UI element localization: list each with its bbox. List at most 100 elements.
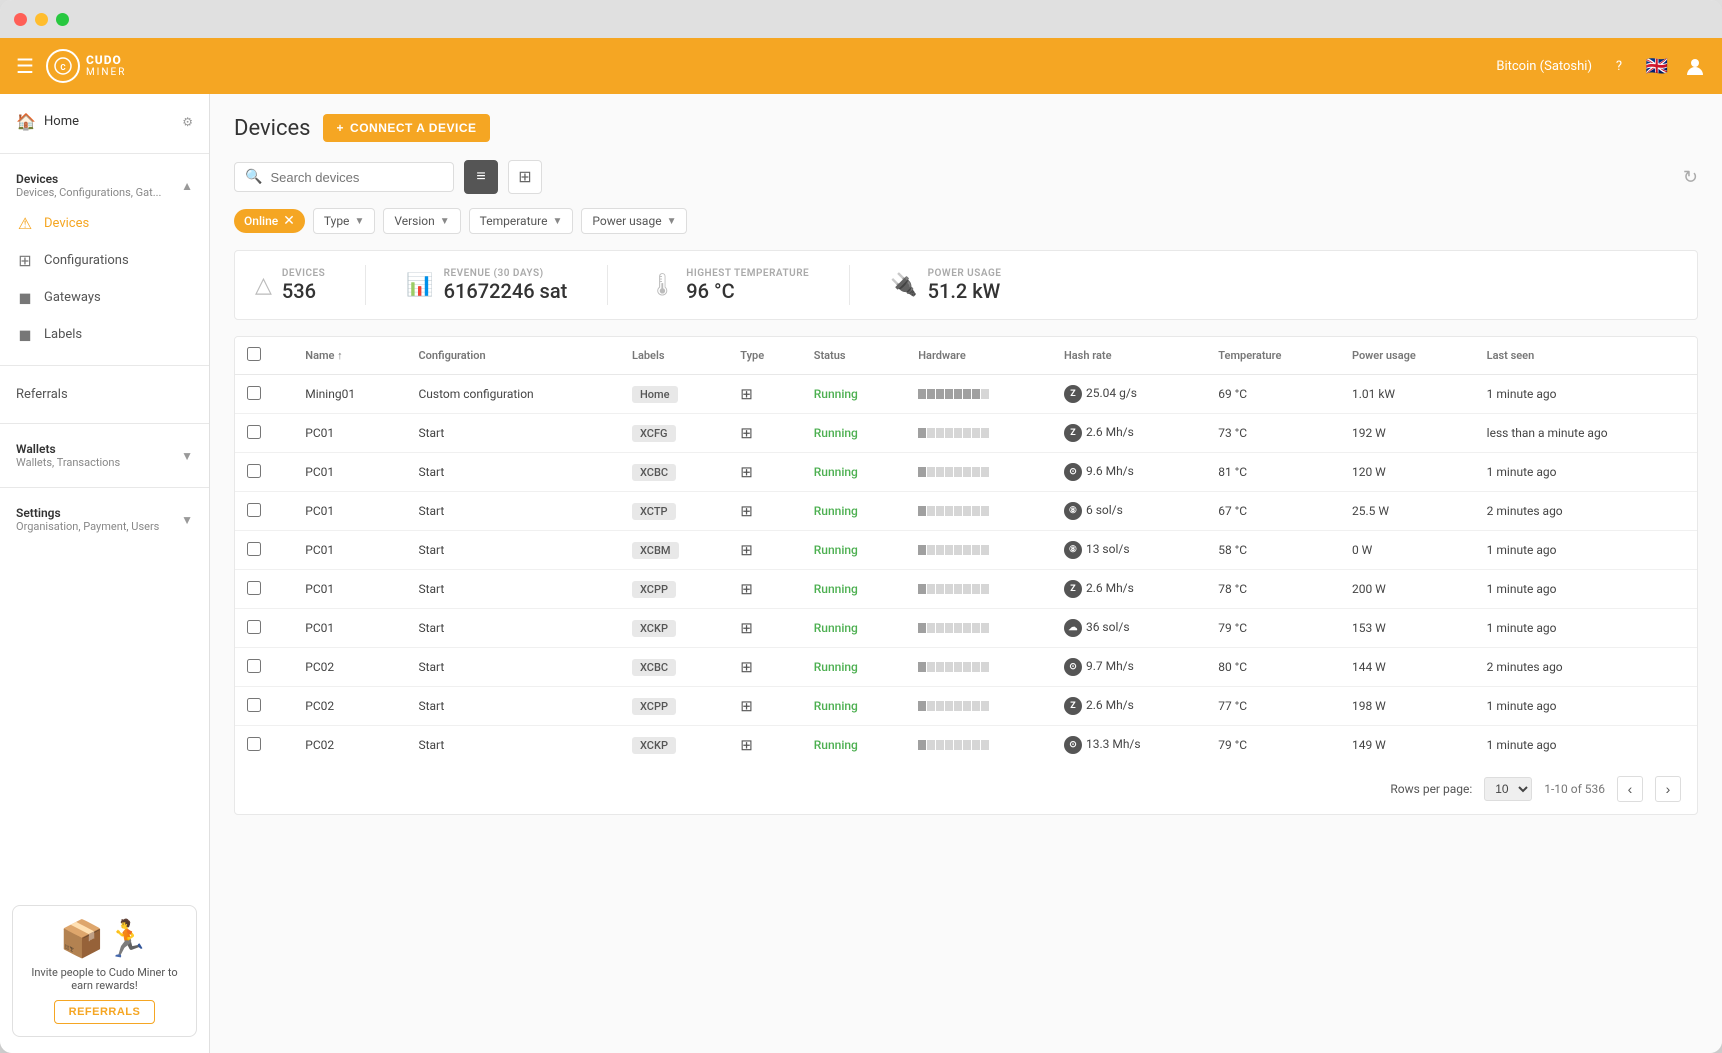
sidebar-item-labels[interactable]: ◼ Labels: [0, 316, 209, 353]
row-checkbox-1[interactable]: [247, 425, 261, 439]
row-hashrate: ⊙9.6 Mh/s: [1052, 453, 1206, 492]
logo: C CUDO MINER: [46, 49, 126, 83]
list-view-button[interactable]: ≡: [464, 160, 498, 194]
row-checkbox-4[interactable]: [247, 542, 261, 556]
sidebar-item-referrals[interactable]: Referrals: [0, 378, 209, 411]
row-status: Running: [802, 648, 907, 687]
referrals-button[interactable]: REFERRALS: [54, 1000, 156, 1024]
sidebar-item-gateways[interactable]: ◼ Gateways: [0, 279, 209, 316]
row-status: Running: [802, 726, 907, 765]
row-status: Running: [802, 687, 907, 726]
close-button[interactable]: [14, 13, 27, 26]
search-input[interactable]: [270, 170, 443, 185]
row-checkbox-2[interactable]: [247, 464, 261, 478]
col-name[interactable]: Name ↑: [293, 337, 406, 375]
row-name: PC01: [293, 492, 406, 531]
version-arrow-icon: ▼: [440, 216, 450, 227]
row-checkbox-3[interactable]: [247, 503, 261, 517]
prev-page-button[interactable]: ‹: [1617, 776, 1643, 802]
row-hashrate: Z2.6 Mh/s: [1052, 687, 1206, 726]
sidebar-devices-section: Devices Devices, Configurations, Gat... …: [0, 158, 209, 361]
temperature-filter[interactable]: Temperature ▼: [469, 208, 574, 234]
page-title: Devices: [234, 116, 311, 141]
row-checkbox-8[interactable]: [247, 698, 261, 712]
row-status: Running: [802, 609, 907, 648]
col-power: Power usage: [1340, 337, 1475, 375]
row-checkbox-5[interactable]: [247, 581, 261, 595]
row-hardware: [906, 414, 1052, 453]
devices-table-container: Name ↑ Configuration Labels Type Status …: [234, 336, 1698, 815]
refresh-button[interactable]: ↻: [1683, 167, 1698, 188]
language-icon[interactable]: 🇬🇧: [1646, 55, 1668, 77]
row-power: 153 W: [1340, 609, 1475, 648]
row-power: 198 W: [1340, 687, 1475, 726]
row-label: XCPP: [620, 570, 728, 609]
row-lastseen: 1 minute ago: [1475, 531, 1697, 570]
row-power: 149 W: [1340, 726, 1475, 765]
row-checkbox-7[interactable]: [247, 659, 261, 673]
row-hashrate: ☁36 sol/s: [1052, 609, 1206, 648]
sidebar-devices-collapse[interactable]: ▲: [181, 179, 193, 193]
stat-power: 🔌 POWER USAGE 51.2 kW: [890, 268, 1001, 303]
sidebar-settings-group: Settings: [16, 506, 159, 520]
row-checkbox-cell: [235, 687, 293, 726]
col-configuration: Configuration: [406, 337, 620, 375]
row-hardware: [906, 492, 1052, 531]
row-hashrate: ⑧13 sol/s: [1052, 531, 1206, 570]
settings-icon[interactable]: ⚙: [182, 115, 193, 129]
table-row: PC01 Start XCKP ⊞ Running ☁36 sol/s 79 °…: [235, 609, 1697, 648]
grid-view-button[interactable]: ⊞: [508, 160, 542, 194]
row-status: Running: [802, 453, 907, 492]
row-checkbox-cell: [235, 531, 293, 570]
connect-device-button[interactable]: + CONNECT A DEVICE: [323, 114, 491, 142]
minimize-button[interactable]: [35, 13, 48, 26]
referral-text: Invite people to Cudo Miner to earn rewa…: [25, 966, 184, 992]
type-filter[interactable]: Type ▼: [313, 208, 375, 234]
sidebar-item-devices[interactable]: ⚠ Devices: [0, 205, 209, 242]
menu-icon[interactable]: ☰: [16, 54, 34, 78]
row-hardware: [906, 531, 1052, 570]
row-checkbox-0[interactable]: [247, 386, 261, 400]
row-config: Start: [406, 609, 620, 648]
windows-icon: ⊞: [740, 541, 753, 559]
row-config: Start: [406, 726, 620, 765]
windows-icon: ⊞: [740, 424, 753, 442]
online-filter-tag[interactable]: Online ✕: [234, 209, 305, 233]
maximize-button[interactable]: [56, 13, 69, 26]
row-name: PC01: [293, 609, 406, 648]
col-temperature: Temperature: [1206, 337, 1340, 375]
help-icon[interactable]: ?: [1608, 55, 1630, 77]
sidebar-wallets-collapse[interactable]: ▼: [181, 449, 193, 463]
row-name: PC01: [293, 570, 406, 609]
table-header-row: Name ↑ Configuration Labels Type Status …: [235, 337, 1697, 375]
sidebar-settings-collapse[interactable]: ▼: [181, 513, 193, 527]
windows-icon: ⊞: [740, 658, 753, 676]
row-hardware: [906, 726, 1052, 765]
row-checkbox-cell: [235, 453, 293, 492]
stat-divider-1: [365, 265, 366, 305]
labels-icon: ◼: [16, 325, 34, 344]
row-checkbox-9[interactable]: [247, 737, 261, 751]
row-type: ⊞: [728, 375, 802, 414]
row-checkbox-6[interactable]: [247, 620, 261, 634]
rows-per-page-select[interactable]: 10 25 50: [1484, 777, 1532, 801]
row-hardware: [906, 570, 1052, 609]
row-lastseen: 1 minute ago: [1475, 687, 1697, 726]
sidebar-item-configurations[interactable]: ⊞ Configurations: [0, 242, 209, 279]
account-icon[interactable]: [1684, 55, 1706, 77]
select-all-checkbox[interactable]: [247, 347, 261, 361]
navbar-left: ☰ C CUDO MINER: [16, 49, 126, 83]
row-name: PC01: [293, 453, 406, 492]
home-icon: 🏠: [16, 112, 34, 131]
online-tag-close[interactable]: ✕: [283, 213, 295, 229]
row-lastseen: 1 minute ago: [1475, 726, 1697, 765]
version-filter[interactable]: Version ▼: [383, 208, 460, 234]
sidebar-item-home[interactable]: 🏠 Home ⚙: [0, 102, 209, 141]
next-page-button[interactable]: ›: [1655, 776, 1681, 802]
row-power: 192 W: [1340, 414, 1475, 453]
row-hashrate: Z2.6 Mh/s: [1052, 570, 1206, 609]
gateways-icon: ◼: [16, 288, 34, 307]
row-config: Start: [406, 687, 620, 726]
row-name: Mining01: [293, 375, 406, 414]
power-filter[interactable]: Power usage ▼: [581, 208, 687, 234]
